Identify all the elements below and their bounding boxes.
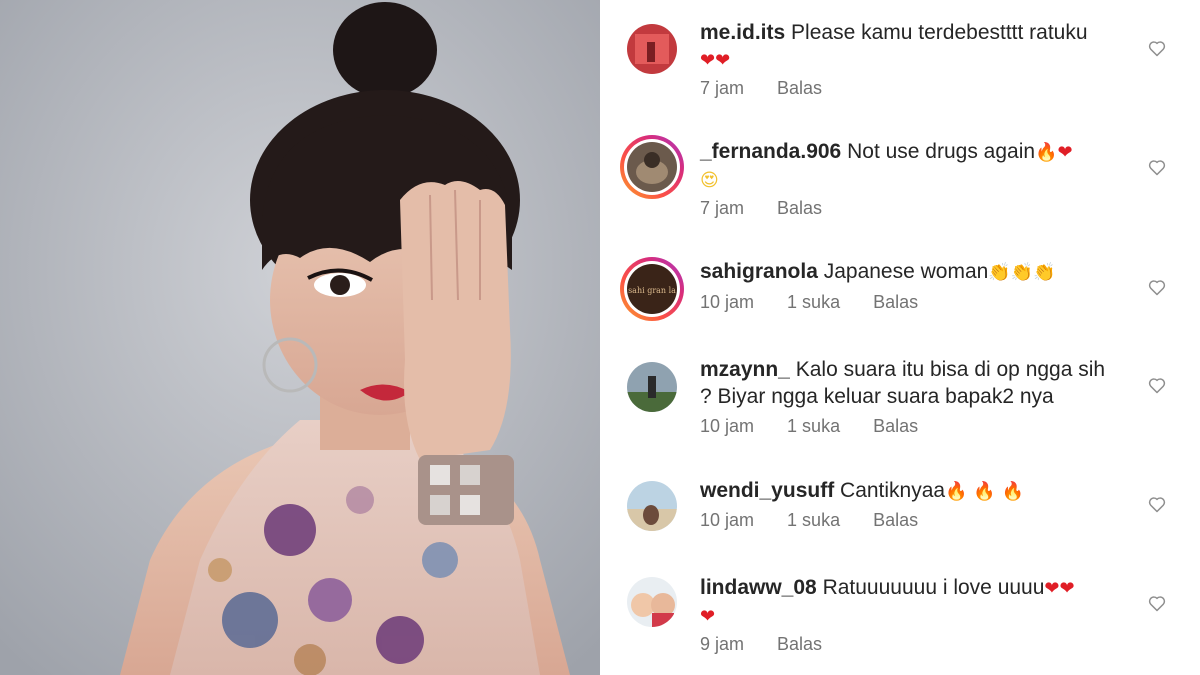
comment-time: 9 jam [700,634,745,654]
post-photo-image [0,0,600,675]
reply-button[interactable]: Balas [777,198,822,218]
comment-meta: 7 jam Balas [700,198,850,219]
red-heart-emoji: ❤ [715,50,731,71]
comment-body: sahigranola Japanese woman👏👏👏 [700,258,1140,286]
fire-emoji: 🔥 [1001,481,1025,502]
comment-time: 7 jam [700,198,745,218]
comment-time: 7 jam [700,78,745,98]
comment-time: 10 jam [700,510,755,530]
clap-emoji: 👏 [1010,262,1034,283]
fire-emoji: 🔥 [973,481,996,502]
heart-outline-icon[interactable] [1147,157,1167,177]
comment-body: me.id.its Please kamu terdebestttt ratuk… [700,19,1140,74]
reply-button[interactable]: Balas [873,416,918,436]
comment-body: _fernanda.906 Not use drugs again🔥❤ 😍 [700,138,1140,194]
comment-username[interactable]: me.id.its [700,21,785,44]
heart-outline-icon[interactable] [1147,494,1167,514]
comment-text: Not use drugs again [847,140,1036,163]
comment-time: 10 jam [700,416,755,436]
red-heart-emoji: ❤ [700,606,716,627]
red-heart-emoji: ❤ [700,50,716,71]
heart-outline-icon[interactable] [1147,593,1167,613]
comment-likes[interactable]: 1 suka [787,292,840,312]
avatar-image [627,577,677,627]
avatar-image [627,481,677,531]
red-heart-emoji: ❤ [1059,578,1075,599]
comment-body: mzaynn_ Kalo suara itu bisa di op ngga s… [700,356,1120,410]
comment-text: Cantiknyaa [840,479,946,502]
clap-emoji: 👏 [988,262,1011,283]
comment-username[interactable]: lindaww_08 [700,576,817,599]
comment-username[interactable]: mzaynn_ [700,358,790,381]
red-heart-emoji: ❤ [1057,142,1073,163]
avatar[interactable]: sahi gran la [620,257,684,321]
avatar-logo-text: sahi gran la [628,286,676,295]
avatar[interactable] [620,135,684,199]
comment-username[interactable]: wendi_yusuff [700,479,834,502]
comment-username[interactable]: _fernanda.906 [700,140,841,163]
avatar[interactable] [620,570,684,634]
comment-likes[interactable]: 1 suka [787,416,840,436]
avatar-image [627,24,677,74]
reply-button[interactable]: Balas [777,634,822,654]
avatar-image [627,142,677,192]
comment-meta: 7 jam Balas [700,78,850,99]
post-photo [0,0,600,675]
heart-outline-icon[interactable] [1147,375,1167,395]
comment-text: Please kamu terdebestttt ratuku [791,21,1088,44]
avatar[interactable] [620,474,684,538]
comment-time: 10 jam [700,292,755,312]
comment-meta: 9 jam Balas [700,634,850,655]
comment-likes[interactable]: 1 suka [787,510,840,530]
comment-username[interactable]: sahigranola [700,260,818,283]
fire-emoji: 🔥 [945,481,968,502]
avatar-image: sahi gran la [627,264,677,314]
avatar-ring-gap: sahi gran la [624,261,680,317]
comments-panel: me.id.its Please kamu terdebestttt ratuk… [600,0,1200,675]
fire-emoji: 🔥 [1035,142,1058,163]
heart-eyes-emoji: 😍 [700,170,719,191]
avatar-image [627,362,677,412]
comment-meta: 10 jam 1 suka Balas [700,510,946,531]
reply-button[interactable]: Balas [873,510,918,530]
comment-meta: 10 jam 1 suka Balas [700,416,946,437]
reply-button[interactable]: Balas [777,78,822,98]
reply-button[interactable]: Balas [873,292,918,312]
heart-outline-icon[interactable] [1147,277,1167,297]
comment-body: lindaww_08 Ratuuuuuuu i love uuuu❤❤ ❤ [700,574,1140,630]
heart-outline-icon[interactable] [1147,38,1167,58]
avatar[interactable] [620,355,684,419]
avatar[interactable] [620,17,684,81]
comment-meta: 10 jam 1 suka Balas [700,292,946,313]
red-heart-emoji: ❤ [1044,578,1060,599]
comment-body: wendi_yusuff Cantiknyaa🔥 🔥 🔥 [700,477,1140,505]
comment-text: Japanese woman [823,260,989,283]
clap-emoji: 👏 [1033,262,1056,283]
comment-text: Ratuuuuuuu i love uuuu [822,576,1045,599]
avatar-ring-gap [624,139,680,195]
